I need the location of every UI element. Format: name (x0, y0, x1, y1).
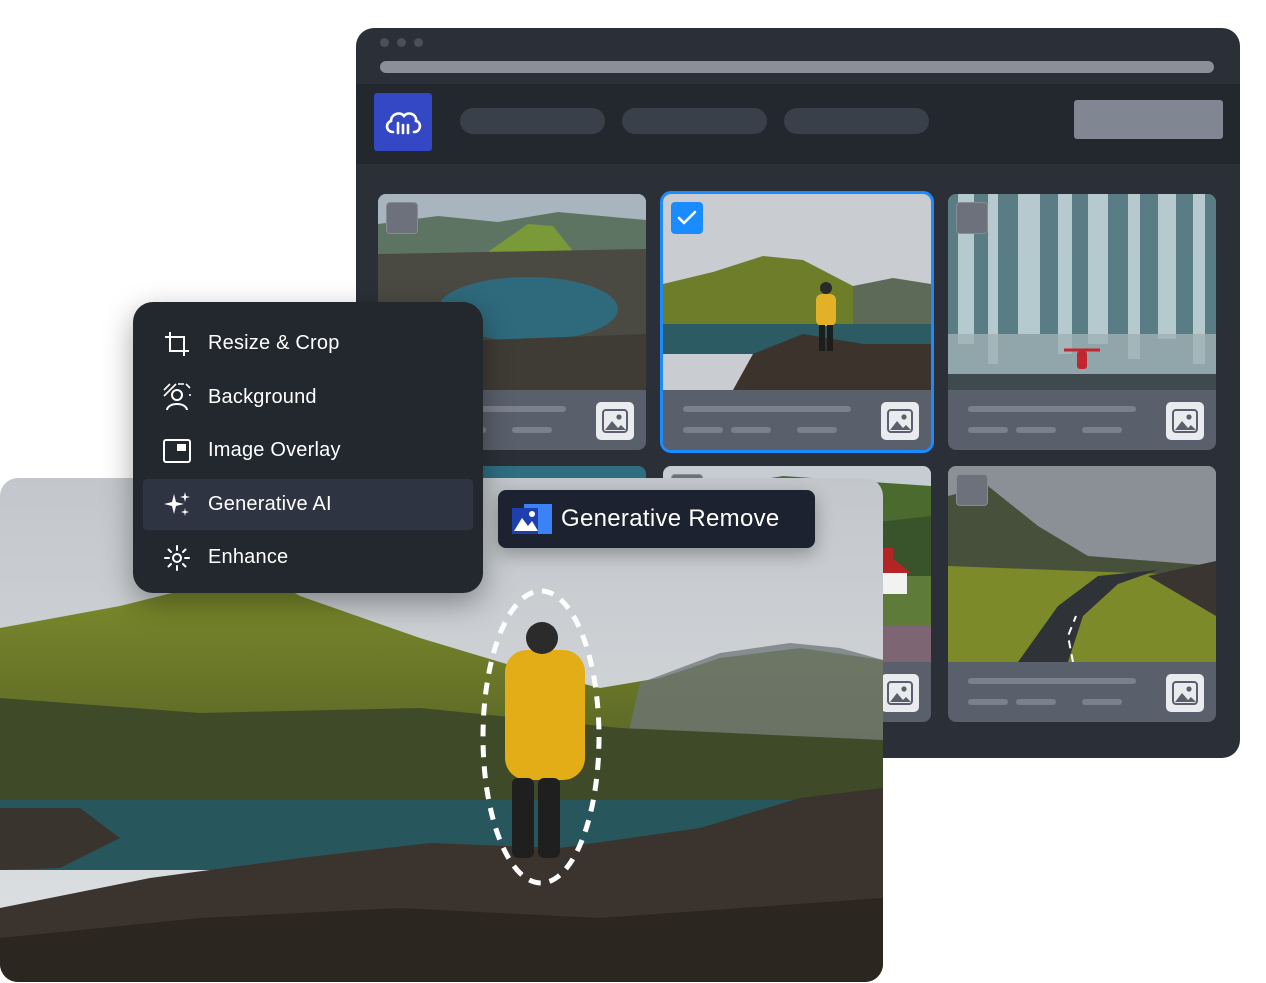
asset-card[interactable] (948, 466, 1216, 722)
text-placeholder (512, 427, 552, 433)
window-dot[interactable] (414, 38, 423, 47)
text-placeholder (968, 427, 1008, 433)
text-placeholder (683, 427, 723, 433)
text-placeholder (968, 678, 1136, 684)
badge-label: Generative Remove (561, 505, 780, 532)
check-icon (677, 210, 697, 225)
menu-item-image-overlay[interactable]: Image Overlay (143, 425, 473, 476)
image-icon (596, 402, 634, 440)
address-bar[interactable] (380, 61, 1214, 73)
select-checkbox[interactable] (956, 474, 988, 506)
select-checkbox[interactable] (386, 202, 418, 234)
background-removal-icon (159, 379, 195, 415)
nav-item-placeholder[interactable] (784, 108, 929, 134)
header-action-button[interactable] (1074, 100, 1223, 139)
cloud-logo-icon[interactable] (374, 93, 432, 151)
menu-item-label: Enhance (208, 546, 289, 568)
image-icon (881, 674, 919, 712)
window-controls (380, 38, 423, 47)
image-overlay-icon (159, 433, 195, 469)
text-placeholder (731, 427, 771, 433)
window-dot[interactable] (397, 38, 406, 47)
sparkles-icon (159, 486, 195, 522)
text-placeholder (1082, 699, 1122, 705)
image-icon (1166, 674, 1204, 712)
menu-item-label: Resize & Crop (208, 332, 340, 354)
asset-card-selected[interactable] (660, 191, 934, 453)
asset-thumbnail (948, 194, 1216, 390)
asset-thumbnail (948, 466, 1216, 662)
image-icon (881, 402, 919, 440)
menu-item-background[interactable]: Background (143, 372, 473, 423)
select-checkbox-checked[interactable] (671, 202, 703, 234)
generative-remove-badge[interactable]: Generative Remove (498, 490, 815, 548)
menu-item-label: Generative AI (208, 492, 332, 515)
image-icon (1166, 402, 1204, 440)
text-placeholder (797, 427, 837, 433)
menu-item-enhance[interactable]: Enhance (143, 532, 473, 583)
asset-card[interactable] (948, 194, 1216, 450)
menu-item-generative-ai[interactable]: Generative AI (143, 478, 473, 530)
generative-remove-icon (512, 504, 552, 534)
crop-icon (159, 326, 195, 362)
enhance-icon (159, 540, 195, 576)
text-placeholder (683, 406, 851, 412)
window-dot[interactable] (380, 38, 389, 47)
text-placeholder (968, 406, 1136, 412)
text-placeholder (1016, 699, 1056, 705)
nav-item-placeholder[interactable] (622, 108, 767, 134)
select-checkbox[interactable] (956, 202, 988, 234)
transformation-menu: Resize & Crop Background Image Overlay G… (133, 302, 483, 593)
nav-item-placeholder[interactable] (460, 108, 605, 134)
menu-item-label: Background (208, 385, 317, 408)
menu-item-label: Image Overlay (208, 439, 341, 461)
text-placeholder (968, 699, 1008, 705)
text-placeholder (1082, 427, 1122, 433)
asset-thumbnail (663, 194, 931, 390)
menu-item-resize-crop[interactable]: Resize & Crop (143, 318, 473, 369)
text-placeholder (1016, 427, 1056, 433)
